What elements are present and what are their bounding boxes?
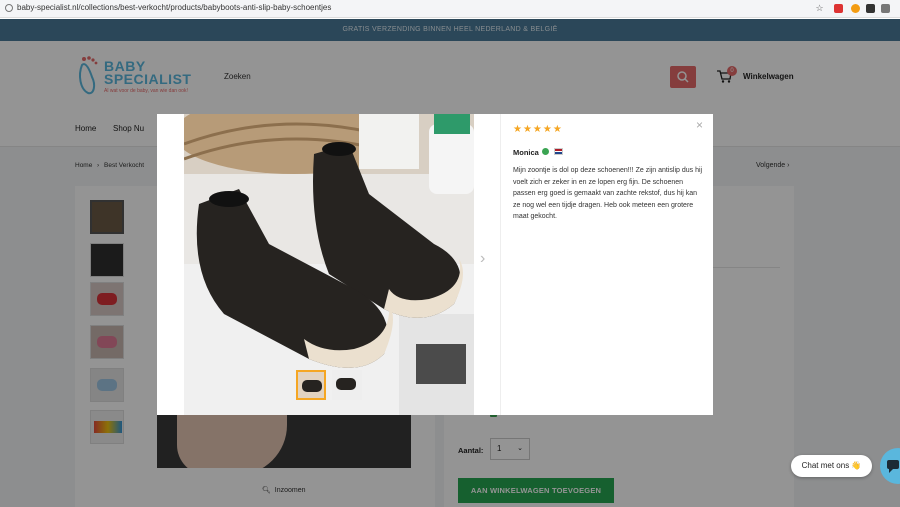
extension-icon[interactable] [851, 4, 860, 13]
extension-icon[interactable] [866, 4, 875, 13]
close-button[interactable]: × [696, 118, 703, 132]
shoe-shape [302, 380, 322, 392]
review-text: Mijn zoontje is dol op deze schoenen!!! … [513, 167, 703, 220]
netherlands-flag-icon [554, 148, 563, 155]
previous-image-button[interactable]: ‹ [165, 250, 170, 268]
shoe-photo [184, 114, 474, 415]
star-rating: ★★★★★ [513, 124, 563, 135]
bookmark-star-icon[interactable]: ☆ [815, 4, 824, 13]
review-image-thumb[interactable] [332, 370, 362, 400]
extensions-puzzle-icon[interactable] [881, 4, 890, 13]
review-photo [184, 114, 474, 415]
verified-badge-icon [542, 148, 549, 155]
chat-launcher-button[interactable] [880, 448, 900, 484]
shoe-shape [336, 378, 356, 390]
address-bar[interactable]: baby-specialist.nl/collections/best-verk… [17, 3, 331, 12]
next-image-button[interactable]: › [480, 250, 485, 268]
reviewer-name: Monica [513, 148, 539, 157]
review-image-thumb[interactable] [296, 370, 326, 400]
chat-icon [887, 460, 899, 473]
extension-icon[interactable] [834, 4, 843, 13]
modal-divider [500, 114, 501, 415]
flag-stripe [555, 152, 562, 154]
site-info-icon[interactable] [5, 4, 13, 12]
chat-bubble[interactable]: Chat met ons 👋 [791, 455, 872, 477]
